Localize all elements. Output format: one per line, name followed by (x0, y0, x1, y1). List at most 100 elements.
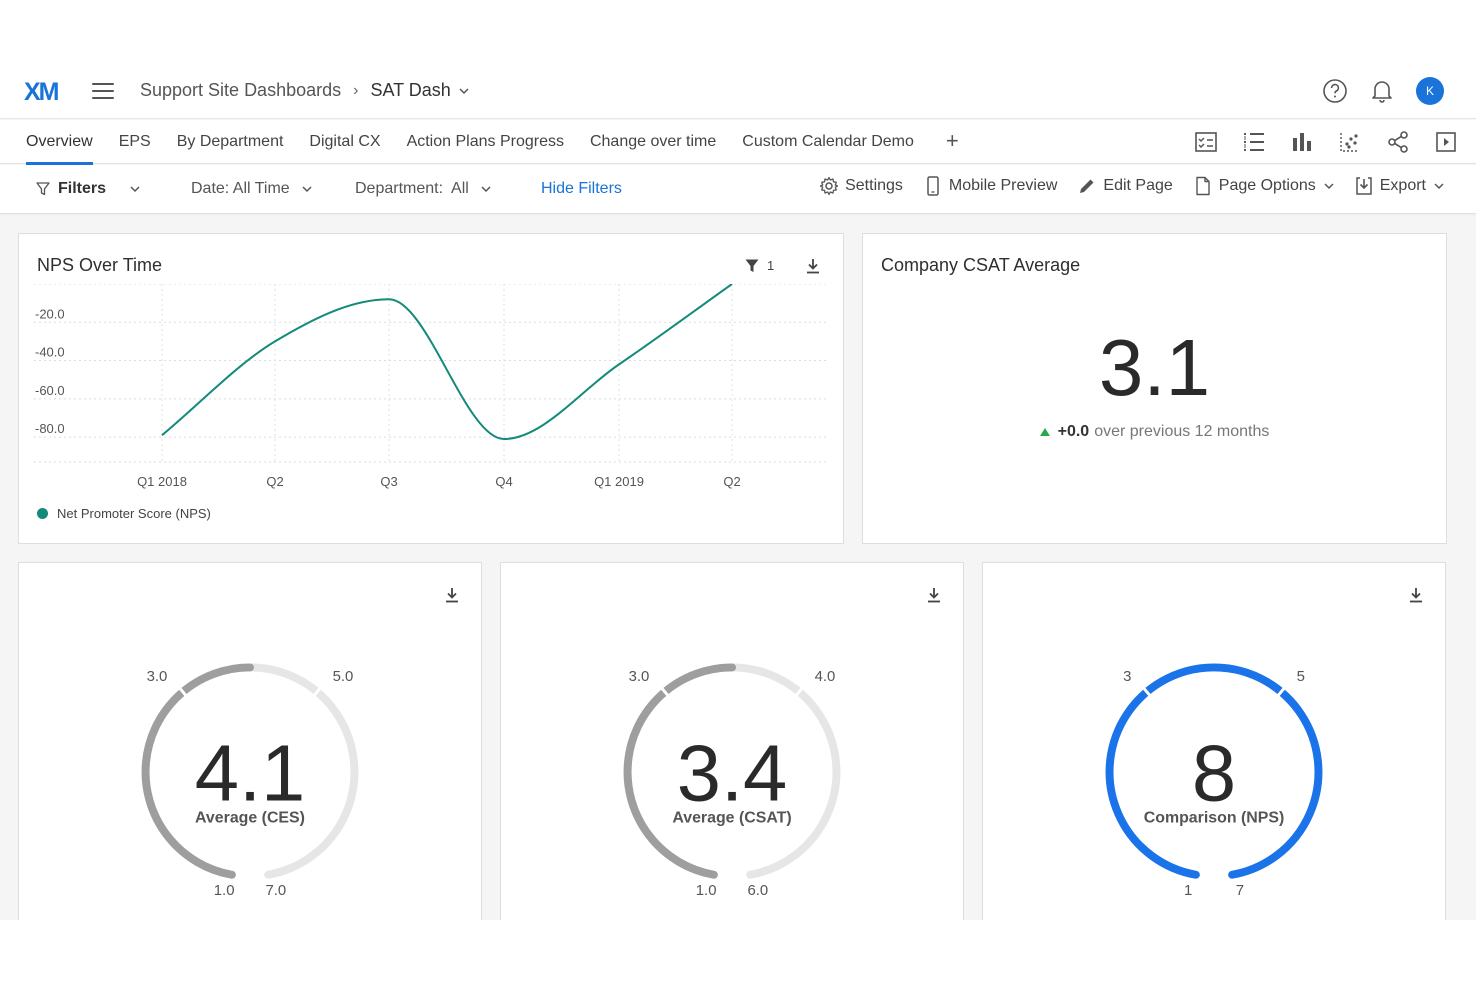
help-icon[interactable] (1322, 78, 1348, 104)
export-icon (1356, 177, 1372, 195)
mobile-preview-label: Mobile Preview (948, 177, 1058, 194)
present-icon[interactable] (1434, 130, 1458, 154)
share-icon[interactable] (1386, 130, 1410, 154)
breadcrumb-current[interactable]: SAT Dash (370, 80, 450, 101)
tab-digital-cx[interactable]: Digital CX (309, 120, 380, 164)
settings-button[interactable]: Settings (819, 176, 903, 196)
export-button[interactable]: Export (1354, 176, 1444, 196)
user-avatar[interactable]: K (1416, 77, 1444, 105)
tab-overview[interactable]: Overview (26, 120, 93, 165)
gauge-widget-nps: 3 5 1 7 8 Comparison (NPS) (982, 562, 1446, 920)
chevron-down-icon (481, 186, 491, 193)
data-point[interactable] (160, 433, 164, 437)
add-tab-button[interactable]: + (946, 120, 959, 164)
gauge-chart: 3 5 1 7 8Comparison (NPS) (1105, 663, 1323, 899)
dashboard-app: XM Support Site Dashboards › SAT Dash K … (0, 63, 1476, 920)
y-tick-label: -80.0 (35, 421, 65, 436)
page-tabs: Overview EPS By Department Digital CX Action… (0, 120, 1476, 165)
gauge-metric-label: Average (CSAT) (672, 810, 791, 827)
settings-label: Settings (845, 177, 903, 194)
gauge-metric-label: Average (CES) (195, 810, 305, 827)
filter-bar: Filters Date: All Time Department: All H… (0, 165, 1476, 214)
x-tick-label: Q2 (266, 474, 283, 489)
x-tick-label: Q4 (495, 474, 512, 489)
chevron-down-icon[interactable] (130, 184, 140, 194)
edit-page-button[interactable]: Edit Page (1077, 176, 1173, 196)
view-toolbar (1194, 130, 1458, 154)
download-icon[interactable] (805, 258, 821, 274)
tab-list: Overview EPS By Department Digital CX Action… (26, 120, 959, 165)
gauge-widget-csat: 3.0 4.0 1.0 6.0 3.4 Average (CSAT) (500, 562, 964, 920)
chevron-down-icon[interactable] (459, 86, 469, 96)
hamburger-menu-icon[interactable] (92, 83, 114, 99)
breadcrumb-parent[interactable]: Support Site Dashboards (140, 80, 341, 101)
department-filter-label: Department: All (355, 180, 469, 197)
nps-series-line (161, 284, 733, 441)
tab-eps[interactable]: EPS (119, 120, 151, 164)
gauge-value: 8 (1192, 729, 1236, 818)
csat-delta: +0.0 over previous 12 months (863, 423, 1446, 441)
chevron-down-icon (1434, 183, 1444, 190)
delta-value: +0.0 (1057, 423, 1090, 440)
gauge-value: 3.4 (677, 729, 788, 818)
bar-chart-icon[interactable] (1290, 130, 1314, 154)
list-icon[interactable] (1242, 130, 1266, 154)
x-tick-label: Q1 2019 (594, 474, 644, 489)
svg-text:XM: XM (24, 78, 59, 105)
legend-label: Net Promoter Score (NPS) (57, 506, 211, 521)
gauge-band_high-label: 4.0 (815, 668, 836, 685)
scatter-plot-icon[interactable] (1338, 130, 1362, 154)
legend-swatch (37, 508, 48, 519)
gauge-band_high-label: 5.0 (333, 668, 354, 685)
tab-change-over-time[interactable]: Change over time (590, 120, 716, 164)
page-options-label: Page Options (1218, 177, 1316, 194)
tab-custom-calendar-demo[interactable]: Custom Calendar Demo (742, 120, 914, 164)
filter-count-value: 1 (767, 258, 775, 273)
data-point[interactable] (617, 362, 621, 366)
page-options-button[interactable]: Page Options (1193, 176, 1334, 196)
company-csat-widget: Company CSAT Average 3.1 +0.0 over previ… (862, 233, 1447, 544)
data-point[interactable] (273, 339, 277, 343)
edit-page-label: Edit Page (1103, 177, 1173, 194)
gauge-band_low-label: 3.0 (629, 668, 650, 685)
gauge-band_low-label: 3.0 (147, 668, 168, 685)
nps-over-time-widget: NPS Over Time 1 0.0-20.0-40.0-60.0-80.0Q… (18, 233, 844, 544)
x-tick-label: Q1 2018 (137, 474, 187, 489)
hide-filters-link[interactable]: Hide Filters (541, 180, 622, 198)
data-point[interactable] (387, 297, 391, 301)
filters-label: Filters (58, 180, 107, 197)
gauge-max-label: 6.0 (747, 882, 768, 899)
tab-action-plans-progress[interactable]: Action Plans Progress (407, 120, 564, 164)
breadcrumb-separator-icon: › (353, 81, 359, 99)
gauge-min-label: 1.0 (214, 882, 235, 899)
xm-logo[interactable]: XM (24, 77, 68, 105)
gauge-value: 4.1 (195, 729, 306, 818)
top-header: XM Support Site Dashboards › SAT Dash K (0, 63, 1476, 119)
header-icons: K (1322, 77, 1444, 105)
breadcrumb: Support Site Dashboards › SAT Dash (140, 80, 469, 101)
pencil-icon (1080, 179, 1094, 193)
y-tick-label: -60.0 (35, 383, 65, 398)
x-tick-label: Q3 (380, 474, 397, 489)
widget-title: Company CSAT Average (881, 255, 1081, 275)
widget-filter-indicator[interactable]: 1 (745, 258, 774, 273)
date-filter[interactable]: Date: All Time (191, 180, 312, 198)
notification-bell-icon[interactable] (1370, 78, 1394, 104)
widget-title: NPS Over Time (37, 255, 163, 275)
tab-by-department[interactable]: By Department (177, 120, 284, 164)
mobile-preview-button[interactable]: Mobile Preview (923, 176, 1057, 196)
chevron-down-icon (302, 186, 312, 193)
x-tick-label: Q2 (723, 474, 740, 489)
nps-line-chart: 0.0-20.0-40.0-60.0-80.0Q1 2018Q2Q3Q4Q1 2… (34, 284, 827, 489)
checklist-icon[interactable] (1194, 130, 1218, 154)
gauge-min-label: 1 (1184, 882, 1192, 899)
department-filter[interactable]: Department: All (355, 180, 491, 198)
gauge-metric-label: Comparison (NPS) (1144, 810, 1285, 827)
chart-legend: Net Promoter Score (NPS) (37, 506, 211, 521)
date-filter-label: Date: All Time (191, 180, 290, 197)
data-point[interactable] (502, 437, 506, 441)
gauge-band_high-label: 5 (1297, 668, 1305, 685)
csat-value: 3.1 (1098, 323, 1211, 412)
gear-icon (819, 176, 839, 196)
filters-toggle[interactable]: Filters (36, 180, 140, 198)
